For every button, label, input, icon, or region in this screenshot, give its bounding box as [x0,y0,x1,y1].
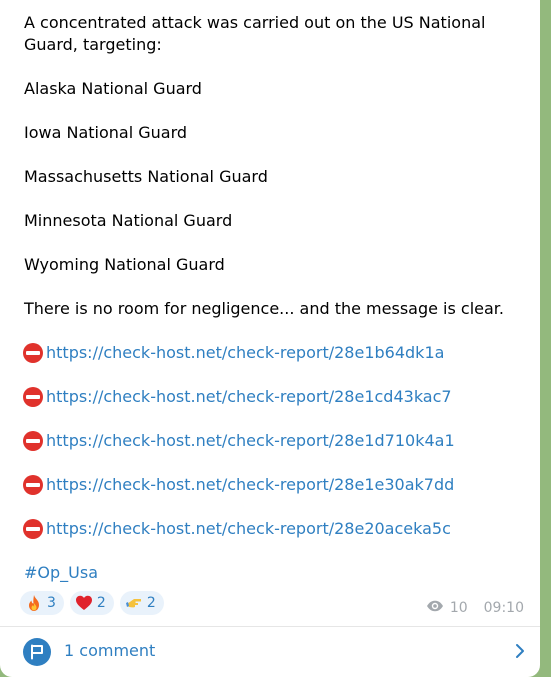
reaction-heart[interactable]: 2 [69,591,114,615]
link-row: https://check-host.net/check-report/28e1… [22,474,529,496]
message-paragraph: Iowa National Guard [24,123,188,142]
reaction-count: 2 [146,595,156,611]
view-count: 10 [449,600,468,616]
hashtag-link[interactable]: #Op_Usa [24,563,98,582]
chevron-right-icon [512,643,528,659]
fire-icon [25,594,43,612]
stop-sign-icon [22,474,44,496]
message-paragraph: Massachusetts National Guard [24,167,268,186]
reaction-count: 3 [47,595,56,611]
message-text: A concentrated attack was carried out on… [22,12,529,584]
stop-sign-icon [22,342,44,364]
comments-button[interactable]: 1 comment [0,627,540,677]
check-report-link[interactable]: https://check-host.net/check-report/28e1… [46,430,455,452]
link-row: https://check-host.net/check-report/28e1… [22,386,529,408]
heart-icon [75,594,93,612]
chat-background-strip [540,0,551,677]
check-report-link[interactable]: https://check-host.net/check-report/28e1… [46,474,454,496]
comment-icon [23,638,51,666]
message-paragraph: Wyoming National Guard [24,255,225,274]
link-row: https://check-host.net/check-report/28e2… [22,518,529,540]
message-paragraph: Alaska National Guard [24,79,202,98]
message-paragraph: Minnesota National Guard [24,211,233,230]
message-meta: 10 09:10 [426,600,524,616]
reaction-fire[interactable]: 3 [20,591,64,615]
reactions-bar: 3 2 2 [20,591,164,615]
message-paragraph: There is no room for negligence... and t… [24,299,504,318]
check-report-link[interactable]: https://check-host.net/check-report/28e1… [46,342,444,364]
check-report-link[interactable]: https://check-host.net/check-report/28e2… [46,518,451,540]
reaction-count: 2 [96,595,106,611]
reaction-pointing-hand[interactable]: 2 [119,591,164,615]
stop-sign-icon [22,518,44,540]
link-row: https://check-host.net/check-report/28e1… [22,430,529,452]
comments-label: 1 comment [64,641,156,660]
stop-sign-icon [22,386,44,408]
message-bubble: A concentrated attack was carried out on… [0,0,540,677]
link-row: https://check-host.net/check-report/28e1… [22,342,529,364]
eye-icon [426,600,444,616]
message-time: 09:10 [483,600,524,616]
stop-sign-icon [22,430,44,452]
check-report-link[interactable]: https://check-host.net/check-report/28e1… [46,386,452,408]
message-paragraph: A concentrated attack was carried out on… [24,13,486,54]
pointing-hand-icon [125,594,143,612]
